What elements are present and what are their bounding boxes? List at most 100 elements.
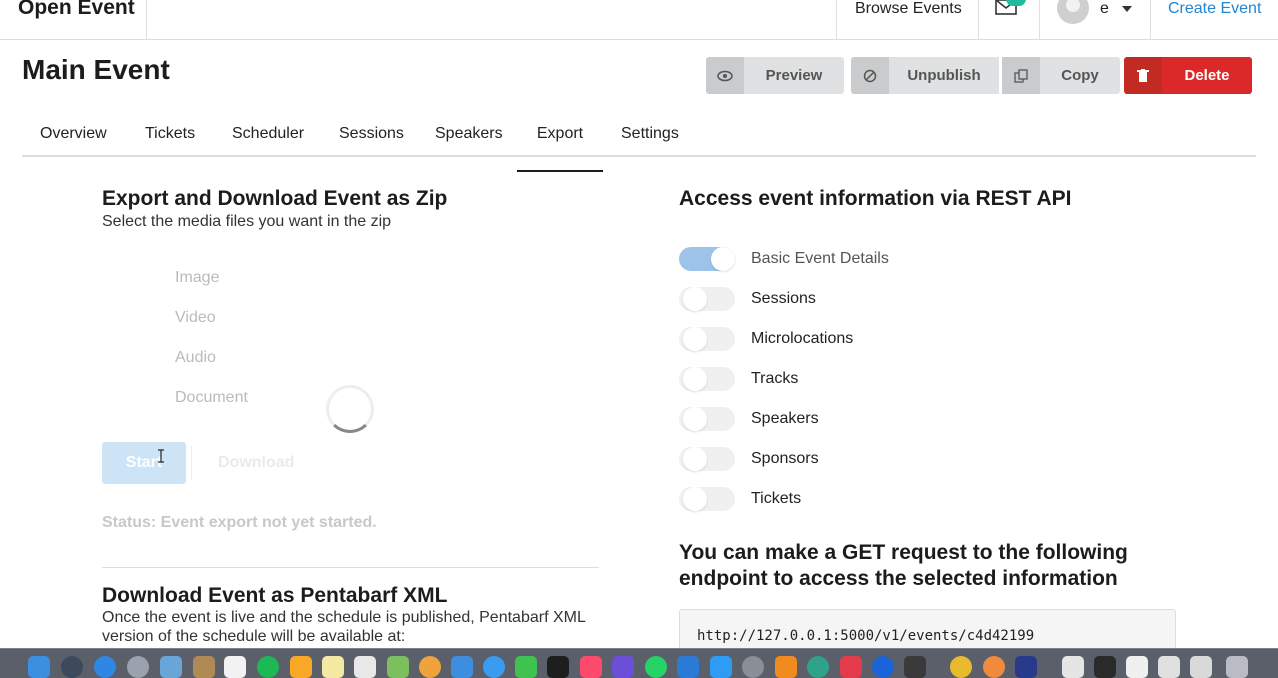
notes-icon[interactable] [322,656,344,678]
notification-badge [1006,0,1026,6]
launchpad-icon[interactable] [127,656,149,678]
messages-icon[interactable] [483,656,505,678]
delete-label: Delete [1162,57,1252,94]
music-icon[interactable] [580,656,602,678]
trash-bin-icon[interactable] [1226,656,1248,678]
vscode-icon[interactable] [677,656,699,678]
safari-icon[interactable] [94,656,116,678]
top-navbar: Open Event Browse Events e Create Event [0,0,1278,40]
toggle-sponsors[interactable] [679,447,735,471]
chrome-icon[interactable] [950,656,972,678]
toggle-label-speakers: Speakers [751,410,819,427]
toggle-label-microlocations: Microlocations [751,330,854,347]
tab-export[interactable]: Export [517,125,603,172]
ban-icon [851,57,889,94]
option-image[interactable]: Image [175,269,219,287]
window-thumbnail-icon[interactable] [1190,656,1212,678]
chevron-down-icon[interactable] [1122,6,1132,12]
app-icon[interactable] [612,656,634,678]
document-icon[interactable] [1062,656,1084,678]
create-event-link[interactable]: Create Event [1168,0,1261,18]
virtualbox-icon[interactable] [1015,656,1037,678]
toggle-label-sessions: Sessions [751,290,816,307]
nav-divider [146,0,147,40]
option-video[interactable]: Video [175,309,216,327]
api-title: Access event information via REST API [679,187,1072,210]
terminal-icon[interactable] [547,656,569,678]
pentabarf-desc-1: Once the event is live and the schedule … [102,609,586,626]
toggle-label-tickets: Tickets [751,490,802,507]
tab-scheduler[interactable]: Scheduler [232,125,304,143]
window-thumbnail-icon[interactable] [1094,656,1116,678]
nav-divider [1039,0,1040,40]
calendar-icon[interactable] [224,656,246,678]
app-store-icon[interactable] [710,656,732,678]
toggle-tickets[interactable] [679,487,735,511]
nav-divider [978,0,979,40]
toggle-label-sponsors: Sponsors [751,450,819,467]
start-button[interactable]: Start [102,442,186,484]
toggle-label-basic-event-details: Basic Event Details [751,250,889,267]
system-preferences-icon[interactable] [742,656,764,678]
siri-icon[interactable] [61,656,83,678]
nav-divider [836,0,837,40]
button-divider [191,446,192,480]
sublime-icon[interactable] [290,656,312,678]
firefox-icon[interactable] [872,656,894,678]
os-dock [0,648,1278,678]
chatgpt-icon[interactable] [807,656,829,678]
download-button[interactable]: Download [218,454,294,472]
tab-bar: Overview Tickets Scheduler Sessions Spea… [22,112,1256,172]
option-document[interactable]: Document [175,389,248,407]
toggle-sessions[interactable] [679,287,735,311]
vlc-icon[interactable] [775,656,797,678]
whatsapp-icon[interactable] [645,656,667,678]
toggle-basic-event-details[interactable] [679,247,735,271]
nav-divider [1150,0,1151,40]
option-audio[interactable]: Audio [175,349,216,367]
copy-button[interactable]: Copy [1002,57,1120,94]
text-cursor-icon [158,449,164,463]
export-status: Status: Event export not yet started. [102,514,377,531]
toggle-tracks[interactable] [679,367,735,391]
copy-icon [1002,57,1040,94]
tab-overview[interactable]: Overview [40,125,107,143]
loading-spinner [326,385,374,433]
preview-button[interactable]: Preview [706,57,844,94]
tools-icon[interactable] [904,656,926,678]
browser-icon[interactable] [983,656,1005,678]
user-name[interactable]: e [1100,0,1109,18]
unpublish-button[interactable]: Unpublish [851,57,999,94]
trash-icon [1124,57,1162,94]
toggle-microlocations[interactable] [679,327,735,351]
section-divider [102,567,599,568]
window-thumbnail-icon[interactable] [1126,656,1148,678]
avatar[interactable] [1057,0,1089,24]
zip-export-subtitle: Select the media files you want in the z… [102,213,392,230]
finder-icon[interactable] [28,656,50,678]
preview-label: Preview [744,57,844,94]
photos-icon[interactable] [419,656,441,678]
spotify-icon[interactable] [257,656,279,678]
xcode-icon[interactable] [451,656,473,678]
get-request-title-1: You can make a GET request to the follow… [679,541,1128,564]
unpublish-label: Unpublish [889,57,999,94]
reminders-icon[interactable] [354,656,376,678]
brand-logo-text[interactable]: Open Event [18,0,135,20]
facetime-icon[interactable] [515,656,537,678]
tab-tickets[interactable]: Tickets [145,125,195,143]
maps-icon[interactable] [387,656,409,678]
notebook-icon[interactable] [193,656,215,678]
browse-events-link[interactable]: Browse Events [855,0,962,18]
page-title: Main Event [22,54,170,85]
window-thumbnail-icon[interactable] [1158,656,1180,678]
toggle-speakers[interactable] [679,407,735,431]
preview-app-icon[interactable] [160,656,182,678]
tab-settings[interactable]: Settings [621,125,679,143]
audio-app-icon[interactable] [840,656,862,678]
delete-button[interactable]: Delete [1124,57,1252,94]
tab-speakers[interactable]: Speakers [435,125,503,143]
pentabarf-title: Download Event as Pentabarf XML [102,584,448,607]
pentabarf-desc-2: version of the schedule will be availabl… [102,628,406,645]
tab-sessions[interactable]: Sessions [339,125,404,143]
